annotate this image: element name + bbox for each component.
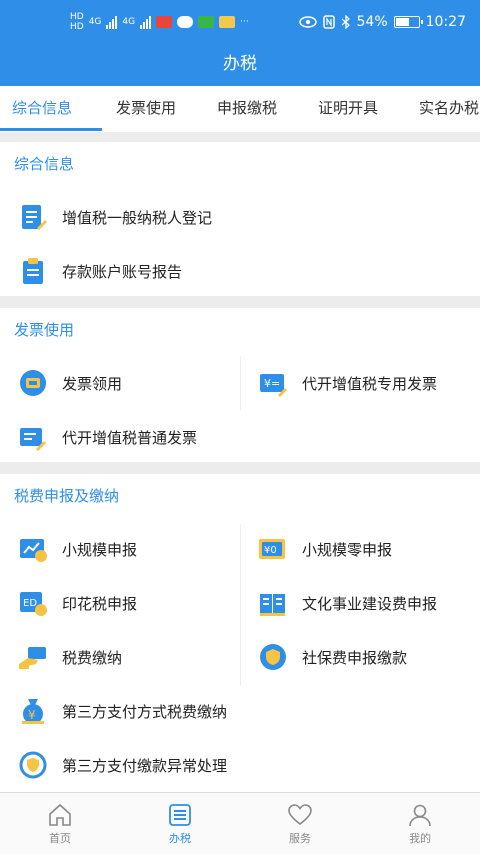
item-label: 小规模零申报 <box>302 540 393 559</box>
page-title: 办税 <box>0 42 480 86</box>
svg-text:¥0: ¥0 <box>264 545 277 556</box>
item-label: 增值税一般纳税人登记 <box>62 208 213 227</box>
svg-text:ED: ED <box>23 598 37 609</box>
nav-home[interactable]: 首页 <box>0 793 120 854</box>
more-notifications: ··· <box>240 17 249 27</box>
list-item-general-vat-invoice[interactable]: 代开增值税普通发票 <box>0 412 240 462</box>
svg-text:¥: ¥ <box>28 708 36 722</box>
bottom-navigation: 首页 办税 服务 我的 <box>0 792 480 854</box>
tab-certificate[interactable]: 证明开具 <box>318 86 378 132</box>
money-bag-icon: ¥ <box>18 696 48 726</box>
tab-real-name[interactable]: 实名办税 <box>419 86 479 132</box>
tab-comprehensive-info[interactable]: 综合信息 <box>12 86 72 132</box>
status-left: HD HD 4G 4G ··· <box>70 8 249 36</box>
section-title: 综合信息 <box>14 155 75 173</box>
item-label: 文化事业建设费申报 <box>302 594 438 613</box>
heart-icon <box>287 802 313 828</box>
nfc-icon <box>322 15 335 29</box>
item-label: 社保费申报缴款 <box>302 648 408 667</box>
battery-icon <box>393 16 423 28</box>
zero-declare-icon: ¥0 <box>258 534 288 564</box>
bluetooth-icon <box>341 15 350 29</box>
list-item-invoice-receive[interactable]: 发票领用 <box>0 358 240 408</box>
item-label: 代开增值税普通发票 <box>62 428 198 447</box>
network-type-label: HD <box>70 12 84 22</box>
status-right: 54% 10:27 <box>298 8 466 36</box>
app-notification-icon-3 <box>219 16 236 28</box>
money-hand-icon <box>18 642 48 672</box>
nav-service[interactable]: 服务 <box>240 793 360 854</box>
tab-invoice-use[interactable]: 发票使用 <box>116 86 176 132</box>
nav-label: 服务 <box>289 832 311 845</box>
section-invoice-use: 发票使用 发票领用 ¥= 代开增值税专用发票 代开增值税普通发票 <box>0 308 480 462</box>
battery-percent: 54% <box>356 14 388 30</box>
form-edit-icon <box>18 202 48 232</box>
yen-invoice-icon: ¥= <box>258 368 288 398</box>
signal-label: 4G <box>88 17 102 27</box>
list-item-small-scale-zero-declare[interactable]: ¥0 小规模零申报 <box>240 524 480 574</box>
list-icon <box>167 802 193 828</box>
list-item-account-report[interactable]: 存款账户账号报告 <box>0 246 240 296</box>
list-item-vat-registration[interactable]: 增值税一般纳税人登记 <box>0 192 480 242</box>
item-label: 存款账户账号报告 <box>62 262 183 281</box>
home-icon <box>47 802 73 828</box>
category-tabs: 综合信息 发票使用 申报缴税 证明开具 实名办税 <box>0 86 480 132</box>
message-notification-icon <box>177 16 194 28</box>
list-item-culture-fee-declare[interactable]: 文化事业建设费申报 <box>240 578 480 628</box>
nav-label: 首页 <box>49 832 71 845</box>
list-item-social-security[interactable]: 社保费申报缴款 <box>240 632 480 682</box>
item-label: 第三方支付缴款异常处理 <box>62 756 228 775</box>
nav-mine[interactable]: 我的 <box>360 793 480 854</box>
section-title: 发票使用 <box>14 321 75 339</box>
list-item-third-party-exception[interactable]: 第三方支付缴款异常处理 <box>0 740 480 790</box>
item-label: 税费缴纳 <box>62 648 123 667</box>
section-comprehensive-info: 综合信息 增值税一般纳税人登记 存款账户账号报告 <box>0 142 480 296</box>
stamp-tax-icon: ED <box>18 588 48 618</box>
invoice-ticket-icon <box>18 368 48 398</box>
nav-label: 我的 <box>409 832 431 845</box>
signal-label-2: 4G <box>122 17 136 27</box>
app-notification-icon-2 <box>198 16 215 28</box>
list-item-small-scale-declare[interactable]: 小规模申报 <box>0 524 240 574</box>
clipboard-icon <box>18 256 48 286</box>
list-item-stamp-tax-declare[interactable]: ED 印花税申报 <box>0 578 240 628</box>
list-item-third-party-payment[interactable]: ¥ 第三方支付方式税费缴纳 <box>0 686 480 736</box>
book-icon <box>258 588 288 618</box>
item-label: 第三方支付方式税费缴纳 <box>62 702 228 721</box>
svg-text:¥=: ¥= <box>264 377 280 390</box>
nav-tax[interactable]: 办税 <box>120 793 240 854</box>
item-label: 发票领用 <box>62 374 123 393</box>
clock: 10:27 <box>425 14 466 30</box>
nav-label: 办税 <box>169 832 191 845</box>
list-item-special-vat-invoice[interactable]: ¥= 代开增值税专用发票 <box>240 358 480 408</box>
tab-active-indicator <box>0 128 102 131</box>
item-label: 印花税申报 <box>62 594 138 613</box>
user-icon <box>407 802 433 828</box>
signal-icon <box>106 15 118 29</box>
chart-declare-icon <box>18 534 48 564</box>
item-label: 代开增值税专用发票 <box>302 374 438 393</box>
item-label: 小规模申报 <box>62 540 138 559</box>
section-tax-declare-pay: 税费申报及缴纳 小规模申报 ¥0 小规模零申报 ED 印花税申报 文化事业建设费… <box>0 474 480 792</box>
shield-refresh-icon <box>18 750 48 780</box>
network-type-label-2: HD <box>70 22 84 32</box>
section-title: 税费申报及缴纳 <box>14 487 120 505</box>
list-item-tax-payment[interactable]: 税费缴纳 <box>0 632 240 682</box>
app-notification-icon <box>156 16 173 28</box>
invoice-edit-icon <box>18 422 48 452</box>
signal-icon-2 <box>140 15 152 29</box>
eye-icon <box>298 16 317 28</box>
status-bar: HD HD 4G 4G ··· 54% 10:27 <box>0 0 480 42</box>
shield-icon <box>258 642 288 672</box>
tab-declare-pay[interactable]: 申报缴税 <box>217 86 277 132</box>
